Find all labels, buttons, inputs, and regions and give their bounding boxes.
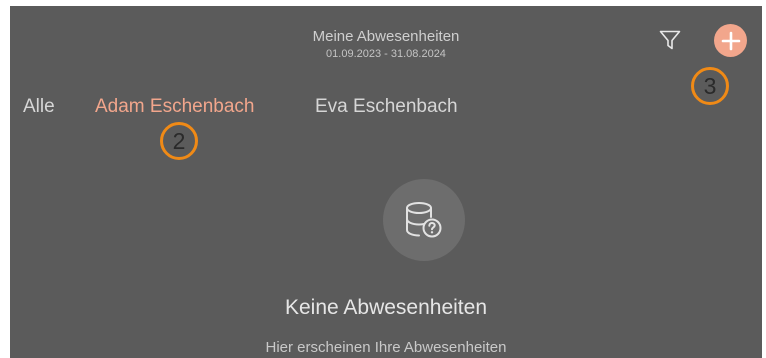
filter-button[interactable] — [656, 26, 684, 54]
empty-state-icon-circle — [383, 179, 465, 261]
tab-alle[interactable]: Alle — [23, 95, 55, 119]
plus-icon — [721, 31, 740, 50]
empty-state-subtitle: Hier erscheinen Ihre Abwesenheiten — [265, 339, 507, 356]
callout-marker-3: 3 — [691, 67, 729, 105]
filter-icon — [659, 30, 681, 50]
tab-adam-eschenbach[interactable]: Adam Eschenbach — [95, 95, 255, 119]
empty-state-title: Keine Abwesenheiten — [285, 296, 487, 319]
date-range: 01.09.2023 - 31.08.2024 — [326, 48, 446, 60]
page-title: Meine Abwesenheiten — [312, 28, 460, 45]
add-absence-button[interactable] — [714, 24, 747, 57]
app-screen: Meine Abwesenheiten 01.09.2023 - 31.08.2… — [10, 6, 762, 358]
tab-eva-eschenbach[interactable]: Eva Eschenbach — [315, 95, 458, 119]
callout-marker-2: 2 — [160, 122, 198, 160]
database-question-icon — [406, 202, 442, 238]
